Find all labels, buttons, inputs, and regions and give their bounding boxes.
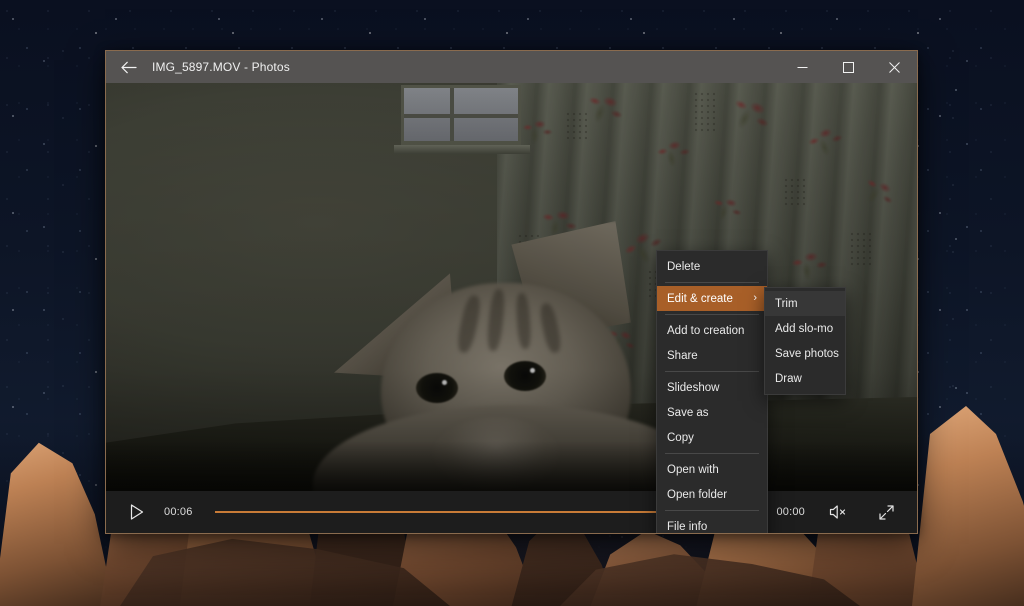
submenu-item-add-slo-mo[interactable]: Add slo-mo: [765, 316, 845, 341]
submenu-item-draw[interactable]: Draw: [765, 366, 845, 391]
menu-separator: [665, 314, 759, 315]
play-icon[interactable]: [122, 497, 152, 527]
window-title: IMG_5897.MOV - Photos: [152, 60, 290, 74]
menu-item-delete[interactable]: Delete: [657, 254, 767, 279]
scene-window-frame: [401, 85, 521, 147]
menu-item-label: Share: [667, 350, 698, 362]
close-icon[interactable]: [871, 51, 917, 83]
current-time-label: 00:06: [164, 506, 193, 518]
window-caption-buttons: [779, 51, 917, 83]
menu-item-label: Open with: [667, 464, 719, 476]
menu-item-label: Delete: [667, 261, 700, 273]
menu-item-edit-create[interactable]: Edit & create ›: [657, 286, 767, 311]
window-titlebar: IMG_5897.MOV - Photos: [106, 51, 917, 83]
photos-app-window: IMG_5897.MOV - Photos: [105, 50, 918, 534]
menu-item-share[interactable]: Share: [657, 343, 767, 368]
back-arrow-icon[interactable]: [106, 51, 152, 83]
cat-eye-right: [504, 361, 546, 391]
menu-item-add-to-creation[interactable]: Add to creation: [657, 318, 767, 343]
menu-item-label: Copy: [667, 432, 694, 444]
menu-item-file-info[interactable]: File info: [657, 514, 767, 534]
menu-item-label: Save as: [667, 407, 709, 419]
menu-item-label: File info: [667, 521, 707, 533]
menu-separator: [665, 453, 759, 454]
total-time-label: 00:00: [776, 506, 805, 518]
maximize-icon[interactable]: [825, 51, 871, 83]
menu-item-save-as[interactable]: Save as: [657, 400, 767, 425]
menu-item-label: Slideshow: [667, 382, 719, 394]
context-menu[interactable]: Delete Edit & create › Add to creation Share…: [656, 250, 768, 534]
context-submenu[interactable]: TrimAdd slo-moSave photosDraw: [764, 287, 846, 395]
menu-separator: [665, 371, 759, 372]
menu-separator: [665, 510, 759, 511]
submenu-item-trim[interactable]: Trim: [765, 291, 845, 316]
chevron-right-icon: ›: [753, 293, 757, 304]
scene-window-sill: [394, 145, 530, 154]
menu-separator: [665, 282, 759, 283]
playback-control-bar: 00:06 00:00: [106, 491, 917, 533]
menu-item-label: Add to creation: [667, 325, 744, 337]
menu-item-label: Edit & create: [667, 293, 733, 305]
menu-item-open-folder[interactable]: Open folder: [657, 482, 767, 507]
minimize-icon[interactable]: [779, 51, 825, 83]
cat-eye-left: [416, 373, 458, 403]
menu-item-open-with[interactable]: Open with: [657, 457, 767, 482]
desktop: IMG_5897.MOV - Photos: [0, 0, 1024, 606]
mute-speaker-icon[interactable]: [823, 497, 853, 527]
menu-item-label: Open folder: [667, 489, 727, 501]
fullscreen-icon[interactable]: [871, 497, 901, 527]
scene-floor-shadow: [106, 441, 917, 493]
menu-item-copy[interactable]: Copy: [657, 425, 767, 450]
menu-item-slideshow[interactable]: Slideshow: [657, 375, 767, 400]
submenu-item-save-photos[interactable]: Save photos: [765, 341, 845, 366]
